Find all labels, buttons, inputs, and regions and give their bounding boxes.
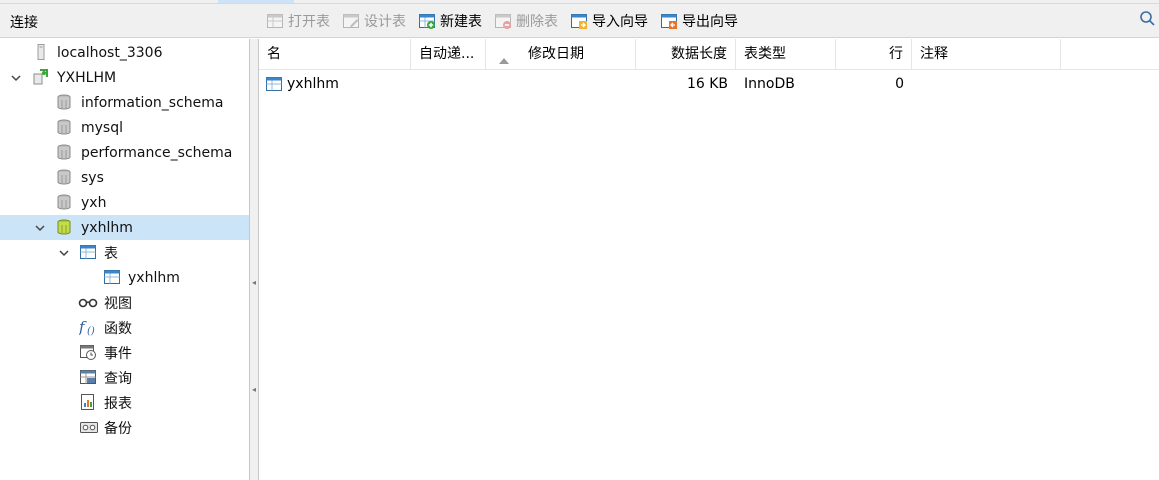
tree-item-sys[interactable]: sys	[0, 165, 249, 190]
connection-tree: localhost_3306 YXHLHM information_schema…	[0, 39, 250, 480]
grid-header: 名 自动递... 修改日期 数据长度 表类型 行 注释	[259, 39, 1159, 70]
import-wizard-icon	[570, 12, 588, 30]
tree-item-label: 函数	[104, 320, 132, 337]
table-icon	[103, 268, 121, 286]
open-table-button[interactable]: 打开表	[262, 8, 334, 34]
tree-item-label: 事件	[104, 345, 132, 362]
event-clock-icon	[79, 343, 97, 361]
delete-table-icon	[494, 12, 512, 30]
chevron-down-icon[interactable]	[9, 71, 23, 85]
database-icon	[55, 93, 73, 111]
new-table-label: 新建表	[440, 14, 482, 30]
connected-server-icon	[31, 68, 49, 86]
design-table-button[interactable]: 设计表	[338, 8, 410, 34]
tree-item-backups[interactable]: 备份	[0, 415, 249, 440]
tree-item-queries[interactable]: 查询	[0, 365, 249, 390]
column-header-comment[interactable]: 注释	[912, 39, 1061, 70]
tree-item-label: 备份	[104, 420, 132, 437]
database-icon	[55, 143, 73, 161]
cell-data-length: 16 KB	[686, 76, 728, 92]
tree-item-reports[interactable]: 报表	[0, 390, 249, 415]
tree-item-information-schema[interactable]: information_schema	[0, 90, 249, 115]
open-table-icon	[266, 12, 284, 30]
chevron-down-icon[interactable]	[57, 246, 71, 260]
sort-ascending-icon[interactable]	[499, 52, 509, 64]
object-list-grid: 名 自动递... 修改日期 数据长度 表类型 行 注释 yxhlhm 16 KB…	[259, 39, 1159, 480]
database-icon	[55, 118, 73, 136]
column-header-label: 修改日期	[528, 46, 584, 62]
column-header-auto-increment[interactable]: 自动递...	[411, 39, 486, 70]
cell-comment	[912, 70, 1061, 98]
tree-item-label: YXHLHM	[57, 69, 117, 86]
design-table-icon	[342, 12, 360, 30]
tree-item-events[interactable]: 事件	[0, 340, 249, 365]
import-wizard-button[interactable]: 导入向导	[566, 8, 652, 34]
column-header-name[interactable]: 名	[259, 39, 411, 70]
import-wizard-label: 导入向导	[592, 14, 648, 30]
tree-item-label: 查询	[104, 370, 132, 387]
function-icon: f()	[78, 317, 97, 337]
open-database-icon	[55, 218, 73, 236]
tree-item-label: sys	[81, 169, 104, 186]
cell-modified-date	[486, 70, 636, 98]
delete-table-label: 删除表	[516, 14, 558, 30]
cell-engine: InnoDB	[744, 76, 795, 92]
server-icon	[32, 43, 50, 61]
tree-item-yxhlhm-connection[interactable]: YXHLHM	[0, 65, 249, 90]
column-header-data-length[interactable]: 数据长度	[636, 39, 736, 70]
tree-item-localhost[interactable]: localhost_3306	[0, 40, 249, 65]
tree-item-performance-schema[interactable]: performance_schema	[0, 140, 249, 165]
tree-item-yxh[interactable]: yxh	[0, 190, 249, 215]
search-icon[interactable]	[1139, 10, 1155, 26]
cell-rows: 0	[895, 76, 904, 92]
tree-item-label: performance_schema	[81, 144, 233, 161]
svg-text:f: f	[79, 318, 87, 336]
database-icon	[55, 168, 73, 186]
tree-item-tables[interactable]: 表	[0, 240, 249, 265]
panel-splitter[interactable]: ◂ ◂	[250, 39, 259, 480]
splitter-grip-bottom-icon: ◂	[252, 385, 257, 394]
backup-tape-icon	[79, 418, 98, 436]
table-row[interactable]: yxhlhm 16 KB InnoDB 0	[259, 70, 1159, 98]
glasses-view-icon	[78, 293, 98, 311]
object-toolbar: 打开表 设计表 新建表 删除表 导入向导 导出向导	[262, 4, 746, 38]
tree-item-views[interactable]: 视图	[0, 290, 249, 315]
database-icon	[55, 193, 73, 211]
tree-item-label: 视图	[104, 295, 132, 312]
tree-item-yxhlhm-database[interactable]: yxhlhm	[0, 215, 249, 240]
export-wizard-label: 导出向导	[682, 14, 738, 30]
column-header-rows[interactable]: 行	[836, 39, 912, 70]
tree-item-label: mysql	[81, 119, 123, 136]
tables-folder-icon	[79, 243, 97, 261]
column-header-engine[interactable]: 表类型	[736, 39, 836, 70]
splitter-grip-top-icon: ◂	[252, 278, 257, 287]
chevron-down-icon[interactable]	[33, 221, 47, 235]
delete-table-button[interactable]: 删除表	[490, 8, 562, 34]
tree-item-label: yxh	[81, 194, 107, 211]
tree-item-functions[interactable]: f() 函数	[0, 315, 249, 340]
export-wizard-button[interactable]: 导出向导	[656, 8, 742, 34]
new-table-button[interactable]: 新建表	[414, 8, 486, 34]
tree-item-label: yxhlhm	[81, 219, 133, 236]
tree-item-mysql[interactable]: mysql	[0, 115, 249, 140]
tree-item-label: 报表	[104, 395, 132, 412]
cell-auto-increment	[411, 70, 486, 98]
tree-item-label: 表	[104, 245, 118, 262]
tree-item-table-yxhlhm[interactable]: yxhlhm	[0, 265, 249, 290]
open-table-label: 打开表	[288, 14, 330, 30]
query-icon	[79, 368, 97, 386]
tree-item-label: information_schema	[81, 94, 224, 111]
cell-name: yxhlhm	[287, 76, 339, 92]
export-wizard-icon	[660, 12, 678, 30]
report-icon	[79, 393, 97, 411]
tree-item-label: localhost_3306	[57, 44, 163, 61]
new-table-icon	[418, 12, 436, 30]
tree-item-label: yxhlhm	[128, 269, 180, 286]
svg-text:(): ()	[87, 326, 95, 337]
connection-panel-title: 连接	[10, 15, 38, 31]
design-table-label: 设计表	[364, 14, 406, 30]
active-tab-accent	[218, 0, 294, 3]
